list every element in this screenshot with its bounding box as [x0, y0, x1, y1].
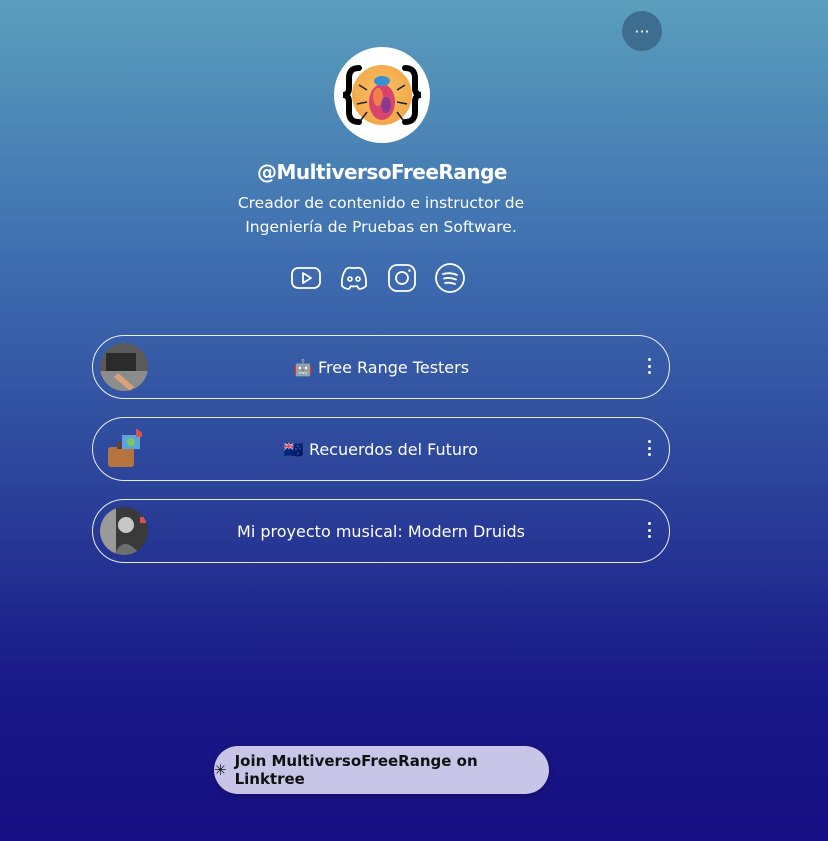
link-options-icon[interactable] [647, 522, 651, 538]
profile-bio: Creador de contenido e instructor de Ing… [231, 191, 531, 239]
spotify-icon[interactable] [434, 262, 466, 294]
link-text: Free Range Testers [317, 357, 470, 377]
link-label: 🤖 Free Range Testers [93, 358, 669, 377]
bio-line: Ingeniería de Pruebas en Software. [245, 218, 517, 236]
link-text: Recuerdos del Futuro [308, 439, 479, 459]
link-text: Mi proyecto musical: Modern Druids [237, 521, 525, 541]
beetle-logo-icon [342, 65, 422, 125]
youtube-icon[interactable] [290, 262, 322, 294]
profile-handle: @MultiversoFreeRange [257, 160, 507, 184]
linktree-asterisk-icon: ✳ [214, 761, 227, 779]
link-options-icon[interactable] [647, 440, 651, 456]
link-thumbnail-travel [100, 425, 148, 473]
join-linktree-button[interactable]: ✳ Join MultiversoFreeRange on Linktree [214, 746, 549, 794]
profile-avatar [334, 47, 430, 143]
link-options-icon[interactable] [647, 358, 651, 374]
more-options-button[interactable]: ··· [622, 11, 662, 51]
link-recuerdos-del-futuro[interactable]: 🇳🇿 Recuerdos del Futuro [92, 417, 670, 481]
social-icons [290, 262, 466, 294]
link-thumbnail-laptop [100, 343, 148, 391]
instagram-icon[interactable] [386, 262, 418, 294]
ellipsis-icon: ··· [634, 21, 650, 41]
link-free-range-testers[interactable]: 🤖 Free Range Testers [92, 335, 670, 399]
discord-icon[interactable] [338, 262, 370, 294]
join-label: Join MultiversoFreeRange on Linktree [234, 752, 478, 788]
link-modern-druids[interactable]: Mi proyecto musical: Modern Druids [92, 499, 670, 563]
link-thumbnail-music [100, 507, 148, 555]
link-label: Mi proyecto musical: Modern Druids [93, 522, 669, 541]
robot-emoji-icon: 🤖 [292, 357, 313, 377]
link-label: 🇳🇿 Recuerdos del Futuro [93, 440, 669, 459]
bio-line: Creador de contenido e instructor de [237, 194, 525, 212]
nz-flag-emoji-icon: 🇳🇿 [283, 439, 304, 459]
